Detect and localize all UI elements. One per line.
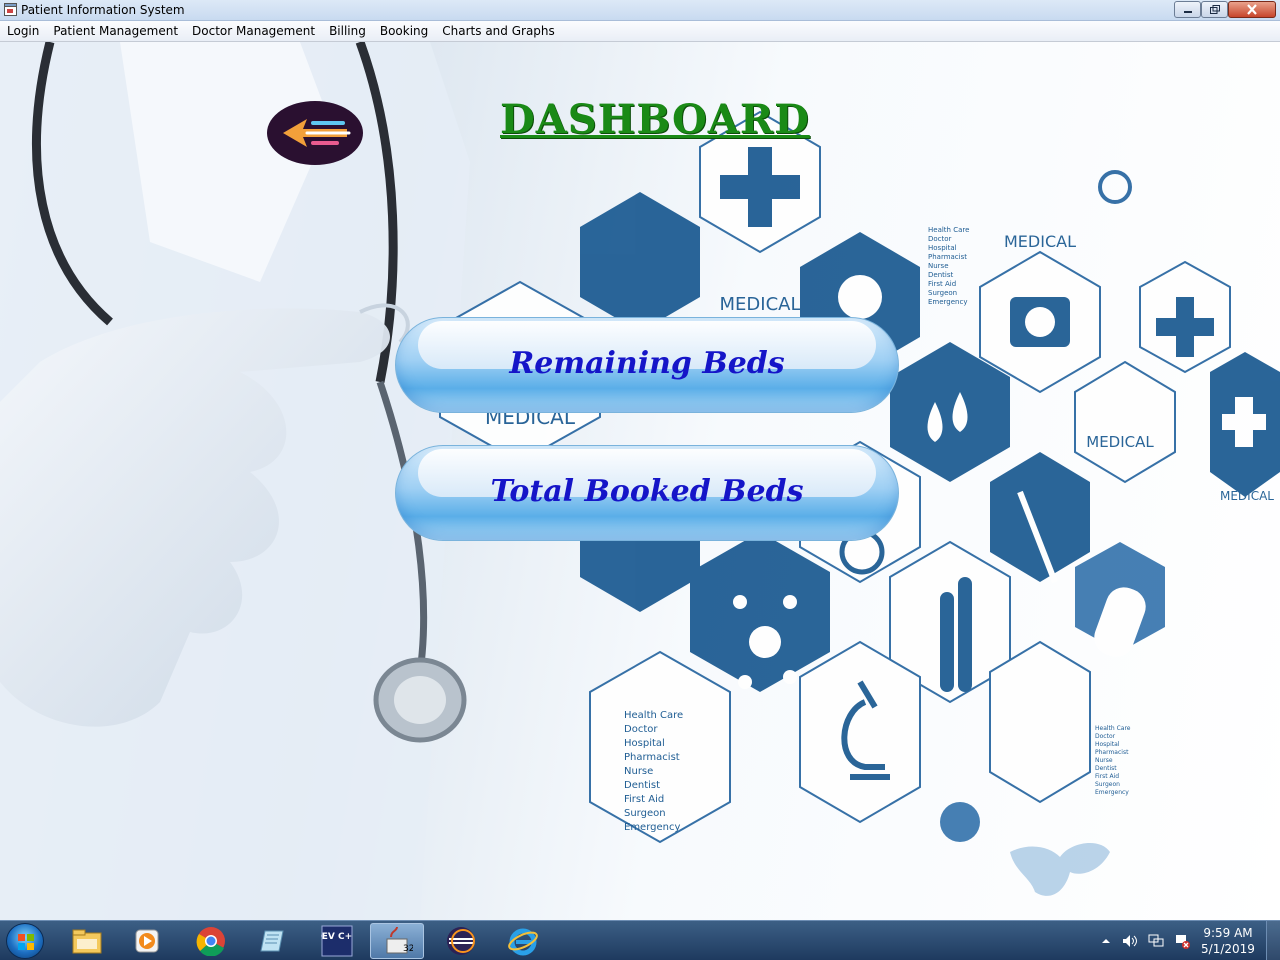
svg-text:Health Care: Health Care <box>624 710 683 721</box>
windows-start-button[interactable] <box>6 923 44 959</box>
minimize-button[interactable] <box>1174 1 1201 18</box>
svg-text:Doctor: Doctor <box>1095 733 1116 740</box>
maximize-button[interactable] <box>1201 1 1228 18</box>
svg-text:Dentist: Dentist <box>928 271 953 279</box>
close-button[interactable] <box>1228 1 1276 18</box>
taskbar: DEV C++ 32 9:59 AM 5/1/2019 <box>0 920 1280 960</box>
menu-billing[interactable]: Billing <box>322 24 373 38</box>
maximize-icon <box>1209 5 1220 14</box>
svg-text:First Aid: First Aid <box>1095 773 1119 780</box>
media-player-icon <box>135 929 159 953</box>
show-desktop-button[interactable] <box>1266 921 1280 960</box>
svg-text:Health Care: Health Care <box>928 226 969 234</box>
system-tray <box>1100 921 1190 960</box>
devcpp-icon: DEV C++ <box>321 925 353 957</box>
close-icon <box>1247 4 1257 15</box>
hex-list-top: Health Care Doctor Hospital Pharmacist N… <box>928 226 969 306</box>
svg-text:Hospital: Hospital <box>1095 741 1120 748</box>
taskbar-java-app[interactable]: 32 <box>370 923 424 959</box>
svg-text:Doctor: Doctor <box>624 724 658 735</box>
svg-text:DEV C++: DEV C++ <box>321 932 353 942</box>
clock-time: 9:59 AM <box>1203 926 1253 940</box>
tray-expand-icon[interactable] <box>1100 935 1112 947</box>
page-title: DASHBOARD <box>500 96 810 143</box>
svg-text:Pharmacist: Pharmacist <box>624 752 680 763</box>
taskbar-file-explorer[interactable] <box>60 923 114 959</box>
total-booked-beds-button[interactable]: Total Booked Beds <box>395 445 899 541</box>
volume-icon[interactable] <box>1122 934 1138 948</box>
clock-date: 5/1/2019 <box>1201 942 1255 956</box>
network-icon[interactable] <box>1148 934 1164 948</box>
svg-text:Surgeon: Surgeon <box>928 289 957 297</box>
app-window-icon <box>4 3 17 16</box>
taskbar-internet-explorer[interactable] <box>496 923 550 959</box>
clock[interactable]: 9:59 AM 5/1/2019 <box>1196 925 1260 957</box>
window-title: Patient Information System <box>21 3 185 17</box>
svg-text:32: 32 <box>403 944 413 954</box>
menu-login[interactable]: Login <box>0 24 46 38</box>
taskbar-eclipse[interactable] <box>434 923 488 959</box>
eclipse-icon <box>447 927 475 955</box>
internet-explorer-icon <box>508 928 538 956</box>
remaining-beds-button[interactable]: Remaining Beds <box>395 317 899 413</box>
svg-text:Nurse: Nurse <box>928 262 949 270</box>
svg-text:Pharmacist: Pharmacist <box>1095 749 1129 756</box>
notepad-icon <box>260 930 284 952</box>
hex-label-medical-3: MEDICAL <box>1086 433 1154 451</box>
menu-patient-management[interactable]: Patient Management <box>46 24 185 38</box>
remaining-beds-label: Remaining Beds <box>509 346 785 381</box>
window-titlebar: Patient Information System <box>0 0 1280 21</box>
taskbar-devcpp[interactable]: DEV C++ <box>310 923 364 959</box>
taskbar-chrome[interactable] <box>184 923 238 959</box>
menu-doctor-management[interactable]: Doctor Management <box>185 24 322 38</box>
svg-text:Surgeon: Surgeon <box>624 808 666 819</box>
svg-text:Dentist: Dentist <box>624 780 660 791</box>
dashboard-panel: MEDICAL MEDICAL MEDICAL MEDICAL MEDICAL <box>0 42 1280 920</box>
windows-start-icon <box>18 934 34 950</box>
menu-booking[interactable]: Booking <box>373 24 435 38</box>
svg-text:Pharmacist: Pharmacist <box>928 253 967 261</box>
hex-list-right: Health Care Doctor Hospital Pharmacist N… <box>1095 725 1131 796</box>
menu-bar: Login Patient Management Doctor Manageme… <box>0 21 1280 42</box>
svg-text:Emergency: Emergency <box>1095 789 1129 796</box>
svg-text:Nurse: Nurse <box>624 766 653 777</box>
hex-label-medical-4: MEDICAL <box>1220 489 1274 503</box>
svg-text:First Aid: First Aid <box>928 280 956 288</box>
file-explorer-icon <box>72 929 102 954</box>
svg-text:First Aid: First Aid <box>624 794 664 805</box>
svg-text:Dentist: Dentist <box>1095 765 1117 772</box>
svg-text:Hospital: Hospital <box>928 244 957 252</box>
taskbar-media-player[interactable] <box>120 923 174 959</box>
action-center-icon[interactable] <box>1174 933 1190 949</box>
svg-text:Hospital: Hospital <box>624 738 665 749</box>
svg-text:Doctor: Doctor <box>928 235 952 243</box>
java-app-icon: 32 <box>386 926 413 954</box>
svg-text:Emergency: Emergency <box>624 822 680 833</box>
svg-text:Surgeon: Surgeon <box>1095 781 1120 788</box>
svg-text:Nurse: Nurse <box>1095 757 1113 764</box>
menu-charts-and-graphs[interactable]: Charts and Graphs <box>435 24 562 38</box>
svg-text:Emergency: Emergency <box>928 298 967 306</box>
minimize-icon <box>1183 10 1192 13</box>
chrome-icon <box>196 927 225 956</box>
hex-label-medical-2: MEDICAL <box>1004 232 1076 251</box>
back-arrow-icon <box>283 119 351 147</box>
svg-text:Health Care: Health Care <box>1095 725 1131 732</box>
taskbar-notepad[interactable] <box>246 923 300 959</box>
total-booked-beds-label: Total Booked Beds <box>490 474 804 509</box>
back-button[interactable] <box>267 101 363 165</box>
hex-label-medical-1: MEDICAL <box>720 294 801 315</box>
